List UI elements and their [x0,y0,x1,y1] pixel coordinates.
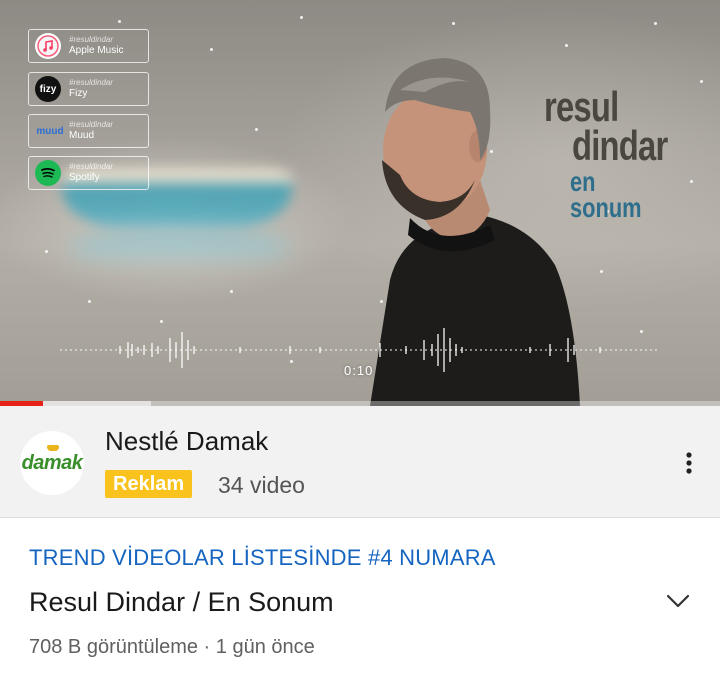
hashtag-label: #resuldindar [69,78,114,87]
channel-name[interactable]: Nestlé Damak [105,426,268,457]
fizy-icon: fizy [35,76,61,102]
video-player[interactable]: #resuldindar Apple Music fizy #resuldind… [0,0,720,406]
apple-music-icon [35,33,61,59]
video-title[interactable]: Resul Dindar / En Sonum [29,587,334,618]
hashtag-label: #resuldindar [69,35,114,44]
ad-badge: Reklam [105,470,193,498]
apple-music-link[interactable]: #resuldindar Apple Music [28,29,149,63]
artwork-song-title: en sonum [570,166,642,223]
video-count: 34 video [218,472,305,498]
video-meta: 708 B görüntüleme · 1 gün önce [29,636,315,658]
hashtag-label: #resuldindar [69,120,114,129]
chevron-down-icon [666,594,690,608]
muud-link[interactable]: muud #resuldindar Muud [28,114,149,148]
service-name: Apple Music [69,45,124,56]
service-name: Spotify [69,172,100,183]
trending-link[interactable]: TREND VİDEOLAR LİSTESİNDE #4 NUMARA [29,545,496,571]
current-time: 0:10 [344,363,374,378]
channel-row[interactable]: damak Nestlé Damak Reklam 34 video [0,406,720,518]
crown-icon [47,445,59,451]
service-name: Muud [69,130,95,141]
boat-reflection [70,228,290,268]
hashtag-label: #resuldindar [69,162,114,171]
muud-icon: muud [36,125,64,137]
spotify-link[interactable]: #resuldindar Spotify [28,156,149,190]
spotify-icon [35,160,61,186]
channel-avatar[interactable]: damak [20,431,84,495]
more-vert-icon [686,452,692,474]
expand-description-button[interactable] [660,586,696,616]
service-name: Fizy [69,88,88,99]
artwork-artist-last: dindar [572,121,668,169]
avatar-logo-text: damak [21,451,83,474]
more-options-button[interactable] [672,446,706,480]
song-title-artwork: resul dindar en sonum [544,86,684,223]
fizy-link[interactable]: fizy #resuldindar Fizy [28,72,149,106]
